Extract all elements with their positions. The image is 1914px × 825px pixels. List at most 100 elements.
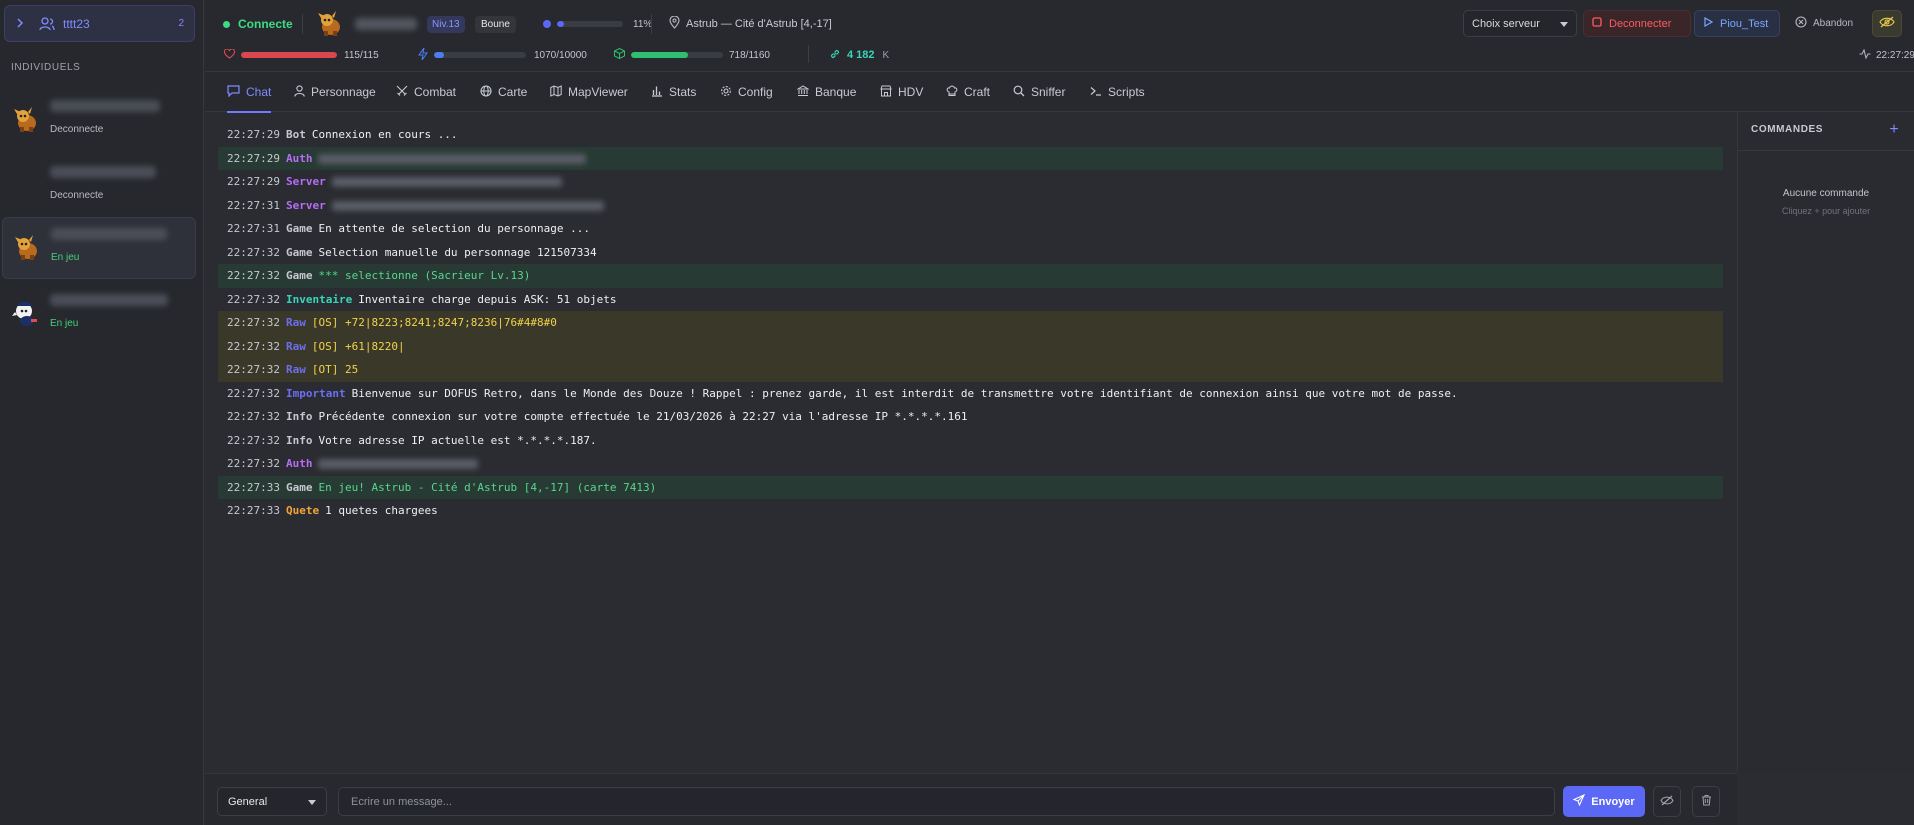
sidebar: tttt23 2 INDIVIDUELS Deconnecte Deconnec… [0, 0, 204, 825]
activity-icon [1859, 48, 1871, 62]
xp-bar: 11% [543, 10, 652, 38]
chat-line: 22:27:29 Bot Connexion en cours ... [218, 123, 1723, 147]
chat-message-redacted [318, 459, 479, 469]
chat-source: Server [285, 175, 326, 188]
chat-message: [OS] +61|8220| [311, 339, 405, 353]
energy-stat: 1070/10000 [418, 46, 587, 64]
chat-timestamp: 22:27:32 [227, 339, 280, 353]
tab-config[interactable]: Config [720, 72, 773, 112]
chat-message: Selection manuelle du personnage 1215073… [318, 245, 597, 259]
chat-timestamp: 22:27:32 [227, 410, 280, 423]
add-command-button[interactable]: + [1886, 122, 1902, 138]
tab-scripts[interactable]: Scripts [1090, 72, 1145, 112]
chevron-right-icon[interactable] [15, 16, 29, 31]
chat-source: Game [285, 245, 313, 259]
location-label: Astrub — Cité d'Astrub [4,-17] [686, 18, 832, 30]
disconnect-button[interactable]: Deconnecter [1583, 10, 1691, 37]
account-status: Deconnecte [50, 190, 104, 201]
chat-message: Précédente connexion sur votre compte ef… [318, 410, 968, 423]
account-item[interactable]: Deconnecte [2, 156, 196, 218]
terminal-icon [1090, 85, 1108, 100]
chat-source: Auth [285, 151, 313, 165]
character-avatar [316, 9, 344, 39]
abandon-button[interactable]: Abandon [1787, 10, 1863, 37]
chat-message: [OS] +72|8223;8241;8247;8236|76#4#8#0 [311, 316, 557, 329]
chat-timestamp: 22:27:32 [227, 363, 280, 376]
class-tag: Boune [475, 15, 516, 33]
account-item[interactable]: Deconnecte [2, 90, 196, 152]
connection-status: Connecte [223, 10, 293, 38]
group-name: tttt23 [63, 16, 90, 31]
clock: 22:27:29 [1859, 46, 1914, 64]
user-icon [294, 84, 311, 100]
account-item[interactable]: En jeu [2, 284, 196, 346]
hide-toggle-button[interactable] [1872, 10, 1902, 37]
chat-line: 22:27:32 Game *** selectionne (Sacrieur Lv… [218, 264, 1723, 288]
chat-message: Connexion en cours ... [311, 128, 458, 141]
chat-source: Quete [285, 504, 320, 517]
composer: General Envoyer [205, 773, 1737, 825]
tab-combat[interactable]: Combat [396, 72, 456, 112]
account-item-selected[interactable]: En jeu [2, 217, 196, 279]
tab-craft[interactable]: Craft [946, 72, 990, 112]
pods-stat: 718/1160 [614, 46, 770, 64]
chat-line: 22:27:32 Info Votre adresse IP actuelle es… [218, 429, 1723, 453]
chat-line: 22:27:32 Important Bienvenue sur DOFUS Ret… [218, 382, 1723, 406]
chat-line: 22:27:32 Game Selection manuelle du person… [218, 241, 1723, 265]
chat-line: 22:27:32 Auth [218, 452, 1723, 476]
tab-sniffer[interactable]: Sniffer [1013, 72, 1065, 112]
pods-bar-fill [631, 52, 688, 58]
connection-label: Connecte [238, 17, 293, 31]
server-select-label: Choix serveur [1472, 17, 1540, 30]
server-select[interactable]: Choix serveur [1463, 10, 1577, 37]
tab-mapviewer[interactable]: MapViewer [550, 72, 628, 112]
account-status: En jeu [51, 252, 80, 263]
tab-carte[interactable]: Carte [480, 72, 527, 112]
profile-button[interactable]: Piou_Test [1694, 10, 1780, 37]
tab-chat[interactable]: Chat [227, 72, 272, 113]
chat-message: En jeu! Astrub - Cité d'Astrub [4,-17] (… [318, 480, 657, 494]
channel-select[interactable]: General [217, 787, 327, 816]
chat-timestamp: 22:27:32 [227, 316, 280, 329]
kamas-unit: K [882, 49, 890, 61]
section-label: INDIVIDUELS [11, 62, 81, 73]
commands-panel: COMMANDES + Aucune commande Cliquez + po… [1737, 112, 1914, 772]
group-item[interactable]: tttt23 2 [4, 5, 195, 42]
chat-source: Game [285, 480, 313, 494]
chat-timestamp: 22:27:29 [227, 175, 280, 188]
tab-hdv[interactable]: HDV [880, 72, 923, 112]
tab-bar: Chat Personnage Combat Carte MapViewer S… [205, 72, 1914, 113]
hp-bar-fill [241, 52, 337, 58]
chat-source: Bot [285, 128, 306, 141]
tab-stats[interactable]: Stats [651, 72, 696, 112]
chat-timestamp: 22:27:29 [227, 128, 280, 141]
globe-icon [480, 84, 498, 100]
chat-timestamp: 22:27:32 [227, 245, 280, 259]
trash-icon [1701, 794, 1712, 809]
chat-icon [227, 84, 246, 100]
caret-down-icon [308, 796, 316, 808]
disconnect-label: Deconnecter [1609, 17, 1672, 30]
gear-icon [720, 85, 738, 100]
kamas-value: 4 182 [847, 49, 875, 61]
chat-timestamp: 22:27:29 [227, 151, 280, 165]
chat-timestamp: 22:27:32 [227, 386, 280, 400]
chat-source: Server [285, 198, 326, 212]
tab-personnage[interactable]: Personnage [294, 72, 376, 112]
message-input[interactable] [338, 787, 1555, 816]
chat-line: 22:27:29 Server [218, 170, 1723, 194]
character-name-redacted [355, 10, 417, 38]
chat-message: 1 quetes chargees [325, 504, 438, 517]
send-button[interactable]: Envoyer [1563, 786, 1645, 817]
clear-chat-button[interactable] [1692, 786, 1720, 817]
swords-icon [396, 85, 414, 100]
chat-source: Important [285, 386, 346, 400]
avatar [13, 234, 41, 262]
chat-source: Game [285, 269, 313, 282]
search-icon [1013, 85, 1031, 100]
chat-message: Bienvenue sur DOFUS Retro, dans le Monde… [351, 386, 1458, 400]
tab-banque[interactable]: Banque [796, 72, 856, 112]
hide-messages-button[interactable] [1653, 786, 1681, 817]
chat-message: Votre adresse IP actuelle est *.*.*.*.18… [318, 433, 597, 447]
energy-value: 1070/10000 [534, 49, 587, 61]
